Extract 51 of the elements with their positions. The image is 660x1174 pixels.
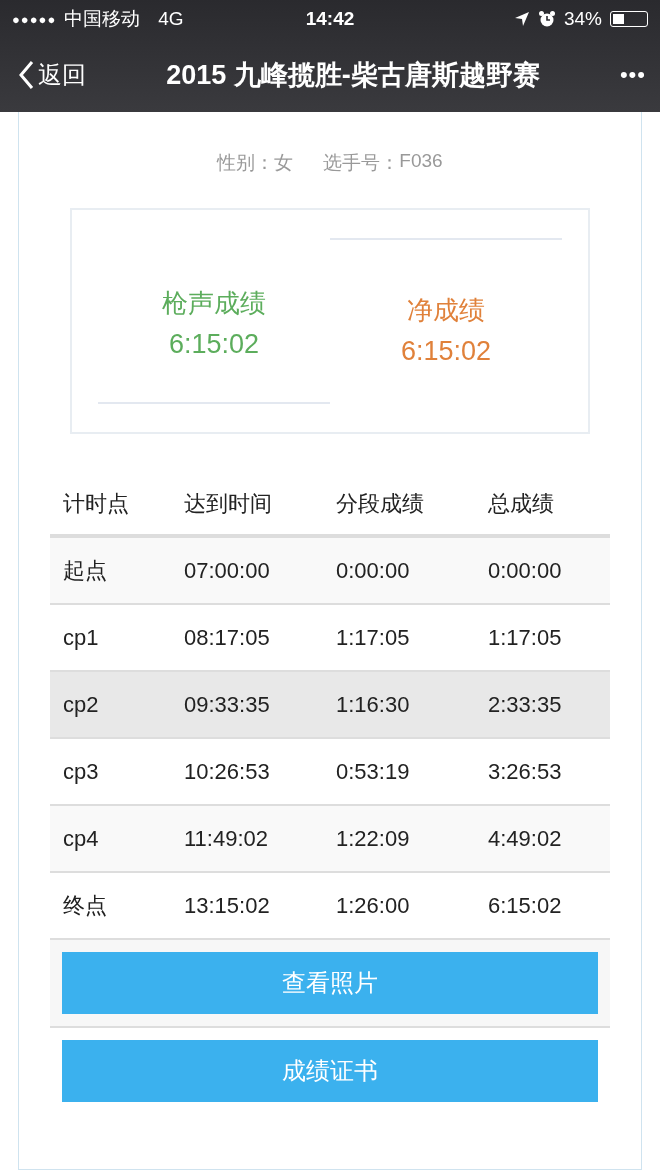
column-header: 总成绩: [488, 490, 554, 518]
bib-label: 选手号：: [323, 151, 400, 175]
column-header: 分段成绩: [336, 490, 425, 518]
table-cell-text: 1:17:05: [336, 624, 411, 651]
table-cell-text: 08:17:05: [184, 624, 271, 651]
score-label: 净成绩: [407, 294, 485, 327]
alarm-clock-icon: [537, 10, 556, 28]
table-cell-text: 11:49:02: [184, 825, 269, 852]
bib-number: F036: [399, 150, 443, 173]
back-button[interactable]: 返回: [18, 59, 86, 91]
table-row[interactable]: 起点 07:00:00 0:00:00 0:00:00: [50, 536, 610, 603]
table-cell-text: cp3: [63, 758, 100, 785]
table-cell-text: 1:16:30: [336, 691, 411, 718]
gender-value: 女: [274, 151, 294, 175]
table-cell-text: 起点: [63, 556, 108, 585]
table-cell-text: 0:53:19: [336, 758, 411, 785]
chevron-left-icon: [18, 60, 34, 90]
table-cell-text: cp1: [63, 624, 100, 651]
battery-percent: 34%: [563, 8, 602, 30]
score-label: 枪声成绩: [162, 287, 266, 320]
column-header: 计时点: [63, 490, 130, 518]
more-button[interactable]: •••: [619, 62, 646, 88]
table-cell: 1:17:05: [488, 624, 562, 651]
column-header: 达到时间: [184, 490, 273, 518]
score-value: 6:15:02: [168, 329, 260, 360]
table-row[interactable]: cp4 11:49:02 1:22:09 4:49:02: [50, 804, 610, 871]
signal-dots: ●●●●●: [12, 11, 57, 27]
table-row[interactable]: cp2 09:33:35 1:16:30 2:33:35: [50, 670, 610, 737]
score-value: 6:15:02: [400, 336, 492, 367]
location-arrow-icon: [513, 11, 530, 27]
page-title: 2015 九峰揽胜-柴古唐斯越野赛: [165, 59, 541, 92]
network-type: 4G: [158, 8, 184, 30]
table-cell-text: 13:15:02: [184, 892, 271, 919]
table-cell-text: 0:00:00: [336, 557, 411, 584]
table-cell-text: 10:26:53: [184, 758, 271, 785]
gender-label: 性别：: [217, 151, 275, 175]
table-cell-text: cp4: [63, 825, 100, 852]
status-time: 14:42: [305, 8, 355, 30]
table-cell: 6:15:02: [488, 892, 562, 919]
table-cell: 0:00:00: [488, 557, 562, 584]
table-cell-text: cp2: [63, 691, 100, 718]
table-cell: 4:49:02: [488, 825, 562, 852]
table-cell-text: 07:00:00: [184, 557, 271, 584]
table-cell-text: 1:26:00: [336, 892, 411, 919]
table-cell-text: 1:22:09: [336, 825, 411, 852]
carrier-name: 中国移动: [64, 7, 141, 31]
table-cell-text: 09:33:35: [184, 691, 271, 718]
battery-icon: [610, 11, 648, 27]
table-cell: 3:26:53: [488, 758, 562, 785]
table-cell-text: 终点: [63, 891, 108, 920]
table-cell: 2:33:35: [488, 691, 562, 718]
